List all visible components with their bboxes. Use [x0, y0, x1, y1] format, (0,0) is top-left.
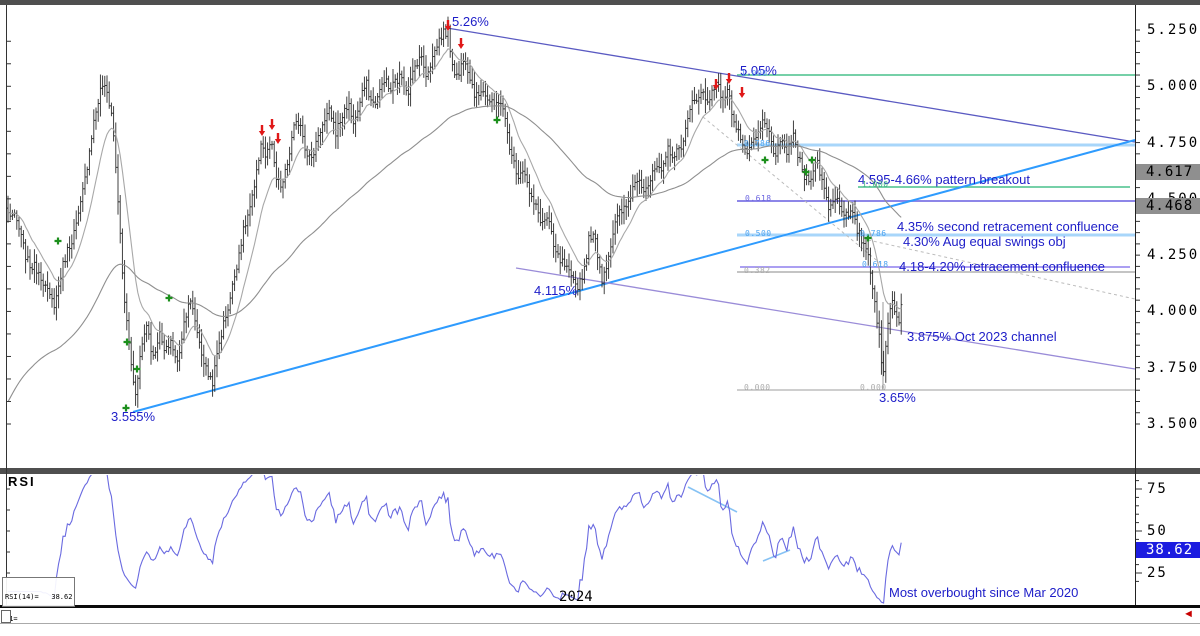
cqg-chart-window: 5.26%5.05%4.595-4.66% pattern breakout4.… — [0, 0, 1200, 636]
sell-arrow-icon — [275, 133, 281, 144]
fib-level-label: 0.786 — [744, 139, 771, 148]
rsi-info-line: T1= — [5, 616, 74, 623]
sell-arrow-icon — [269, 119, 275, 130]
annotation-low-4115: 4.115% — [534, 283, 577, 298]
rsi-study-label: RSI — [8, 474, 36, 489]
year-label: 2024 — [559, 589, 593, 605]
fib-level-label: 0.382 — [744, 266, 771, 275]
axis-ticks — [6, 30, 1142, 581]
pattern-edge-a — [703, 117, 886, 268]
annotation-low-365: 3.65% — [879, 390, 916, 405]
sell-arrow-icon — [458, 38, 464, 49]
price-axis-label: 3.500 — [1147, 416, 1199, 432]
annotation-oct-2023-channel: 3.875% Oct 2023 channel — [907, 329, 1057, 344]
buy-marker-icon — [134, 366, 141, 373]
buy-marker-icon — [809, 157, 816, 164]
rsi-curve — [8, 465, 901, 603]
price-axis-label: 4.250 — [1147, 247, 1199, 263]
rsi-axis-label: 75 — [1147, 481, 1168, 497]
annotation-second-retracement-confluence: 4.35% second retracement confluence — [897, 219, 1119, 234]
level-badge-4617: 4.617 — [1136, 164, 1200, 180]
fib-level-label: 0.000 — [860, 383, 887, 392]
left-plot-border — [6, 5, 7, 607]
oct-2023-channel-lower — [516, 268, 1135, 369]
rsi-info-box: RSI(14)= 38.62 T1= T7= T8= — [2, 577, 75, 607]
rsi-info-line: RSI(14)= 38.62 — [5, 594, 74, 601]
buy-marker-icon — [166, 295, 173, 302]
price-axis-label: 5.000 — [1147, 78, 1199, 94]
annotation-low-3555: 3.555% — [111, 409, 155, 424]
level-badge-4468: 4.468 — [1136, 198, 1200, 214]
fib-level-label: 0.786 — [860, 229, 887, 238]
fib-level-label: 1.000 — [862, 180, 889, 189]
price-axis-border — [1135, 5, 1136, 609]
price-axis-label: 3.750 — [1147, 360, 1199, 376]
time-axis[interactable]: JanFebMarAprMayJunJulAugSepOctNovDecJanF… — [0, 608, 1200, 622]
rsi-value-badge: 38.62 — [1136, 542, 1200, 558]
rsi-axis-label: 50 — [1147, 523, 1168, 539]
rsi-trendline-upper — [688, 487, 737, 512]
annotation-high-526: 5.26% — [452, 14, 489, 29]
fib-level-label: 0.000 — [744, 383, 771, 392]
price-axis-label: 4.750 — [1147, 135, 1199, 151]
annotation-rsi-note: Most overbought since Mar 2020 — [889, 585, 1078, 600]
status-bar — [0, 623, 1200, 636]
price-axis-label: 5.250 — [1147, 22, 1199, 38]
rsi-axis-label: 25 — [1147, 565, 1168, 581]
chart-canvas[interactable] — [0, 0, 1200, 636]
annotation-aug-equal-swings: 4.30% Aug equal swings obj — [903, 234, 1066, 249]
fib-level-label: 0.618 — [745, 194, 772, 203]
oct-2023-downtrend — [447, 28, 1135, 142]
price-axis-label: 4.000 — [1147, 303, 1199, 319]
annotation-retracement-confluence: 4.18-4.20% retracement confluence — [899, 259, 1105, 274]
sell-arrow-icon — [259, 125, 265, 136]
fib-level-label: 0.500 — [745, 229, 772, 238]
trendlines[interactable] — [133, 28, 1135, 561]
sell-arrow-icon — [739, 87, 745, 98]
buy-marker-icon — [762, 157, 769, 164]
buy-marker-icon — [494, 117, 501, 124]
scroll-left-arrow-icon[interactable]: ◄ — [1183, 608, 1194, 620]
axis-checkbox[interactable] — [1, 610, 11, 623]
buy-marker-icon — [55, 238, 62, 245]
fib-level-label: 0.618 — [862, 260, 889, 269]
fib-level-label: 1.000 — [741, 69, 768, 78]
panel-divider[interactable] — [0, 468, 1200, 474]
